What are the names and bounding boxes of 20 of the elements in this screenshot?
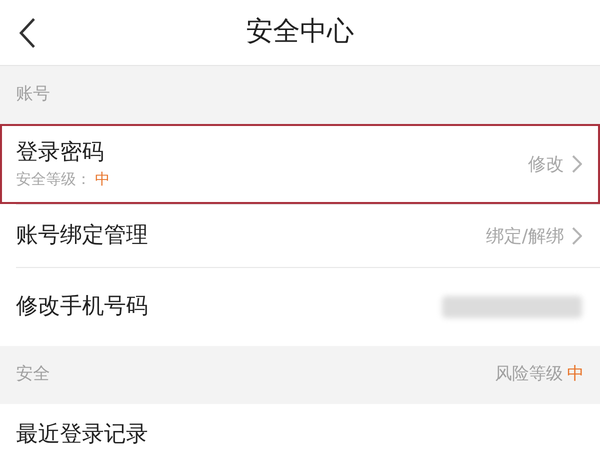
settings-row[interactable]: 修改手机号码	[0, 268, 600, 346]
settings-row[interactable]: 登录密码 安全等级： 中 修改	[0, 124, 600, 204]
row-action: 绑定/解绑	[486, 224, 564, 248]
row-label: 最近登录记录	[16, 421, 148, 449]
chevron-right-icon	[572, 155, 582, 173]
page-title: 安全中心	[246, 16, 354, 48]
row-label: 账号绑定管理	[16, 222, 148, 250]
settings-row[interactable]: 最近登录记录	[0, 404, 600, 466]
chevron-right-icon	[572, 227, 582, 245]
risk-label: 风险等级	[495, 363, 563, 386]
row-label: 登录密码	[16, 138, 105, 167]
row-label: 修改手机号码	[16, 293, 148, 321]
level-value: 中	[95, 168, 110, 190]
section-title: 安全	[16, 363, 50, 386]
level-label: 安全等级：	[16, 168, 91, 190]
row-action: 修改	[528, 152, 564, 176]
settings-row[interactable]: 账号绑定管理 绑定/解绑	[0, 205, 600, 267]
back-icon[interactable]	[18, 16, 36, 48]
risk-value: 中	[567, 363, 584, 386]
section-title: 账号	[16, 83, 50, 106]
